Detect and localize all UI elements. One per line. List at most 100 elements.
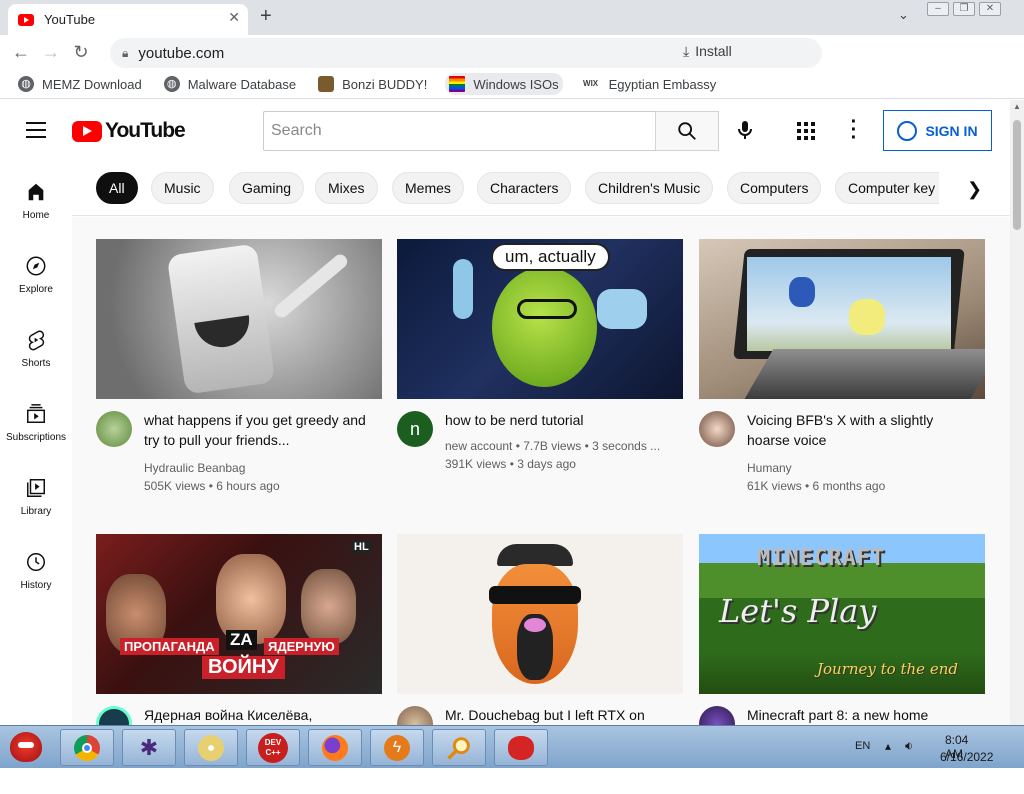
video-title[interactable]: Minecraft part 8: a new home xyxy=(747,705,977,725)
history-icon xyxy=(24,550,48,574)
video-title[interactable]: what happens if you get greedy and try t… xyxy=(144,410,374,450)
search-button[interactable] xyxy=(655,111,719,151)
scrollbar-thumb[interactable] xyxy=(1013,120,1021,230)
minimize-button[interactable]: – xyxy=(927,2,949,16)
logo-text: YouTube xyxy=(105,119,186,142)
chip-gaming[interactable]: Gaming xyxy=(229,172,305,204)
video-thumbnail[interactable] xyxy=(699,239,985,399)
channel-name[interactable]: Hydraulic Beanbag xyxy=(144,461,245,475)
video-card[interactable]: um, actually n how to be nerd tutorial n… xyxy=(397,239,683,499)
sidebar-item-shorts[interactable]: Shorts xyxy=(0,328,72,369)
start-button[interactable] xyxy=(4,726,48,769)
hamburger-menu-icon[interactable] xyxy=(26,122,46,138)
globe-icon: ◍ xyxy=(18,76,34,92)
scroll-up-icon[interactable]: ▲ xyxy=(1013,102,1021,111)
magnifier-icon xyxy=(447,736,470,760)
back-icon[interactable]: ← xyxy=(6,42,36,63)
taskbar-search[interactable] xyxy=(432,729,486,766)
lock-icon[interactable]: 🔒︎ xyxy=(122,46,128,61)
sign-in-label: SIGN IN xyxy=(925,122,978,139)
page-scrollbar[interactable]: ▲ xyxy=(1010,100,1024,725)
chip-characters[interactable]: Characters xyxy=(477,172,572,204)
taskbar-dvd[interactable] xyxy=(184,729,238,766)
video-title[interactable]: Ядерная война Киселёва, xyxy=(144,705,374,725)
taskbar-angry-birds[interactable] xyxy=(494,729,548,766)
youtube-favicon-icon xyxy=(18,13,34,26)
chip-childrens-music[interactable]: Children's Music xyxy=(585,172,714,204)
youtube-logo[interactable]: YouTube xyxy=(72,119,186,143)
chevron-right-icon[interactable]: ❯ xyxy=(967,179,982,200)
chip-all[interactable]: All xyxy=(96,172,138,204)
chip-music[interactable]: Music xyxy=(151,172,214,204)
bookmark-label: Egyptian Embassy xyxy=(608,76,717,92)
bookmark-windows-isos[interactable]: Windows ISOs xyxy=(445,73,563,95)
bookmarks-bar: ◍ MEMZ Download ◍ Malware Database Bonzi… xyxy=(0,70,1024,99)
youtube-apps-icon[interactable] xyxy=(797,122,815,140)
taskbar-winamp[interactable]: ϟ xyxy=(370,729,424,766)
chrome-icon xyxy=(74,734,100,761)
taskbar-firefox[interactable] xyxy=(308,729,362,766)
maximize-button[interactable]: ❐ xyxy=(953,2,975,16)
video-thumbnail[interactable]: HL ПРОПАГАНДА ZA ЯДЕРНУЮ ВОЙНУ xyxy=(96,534,382,694)
bookmark-memz[interactable]: ◍ MEMZ Download xyxy=(14,73,146,95)
sidebar-item-library[interactable]: Library xyxy=(0,476,72,517)
bookmark-egyptian-embassy[interactable]: WIX Egyptian Embassy xyxy=(577,73,721,95)
rainbow-flag-icon xyxy=(449,76,466,92)
close-window-button[interactable]: ✕ xyxy=(979,2,1001,16)
sidebar-label: History xyxy=(20,580,52,591)
video-thumbnail[interactable] xyxy=(96,239,382,399)
chip-memes[interactable]: Memes xyxy=(392,172,464,204)
close-tab-icon[interactable]: ✕ xyxy=(228,9,240,26)
video-stats: 61K views • 6 months ago xyxy=(747,479,886,493)
channel-avatar[interactable] xyxy=(96,411,132,447)
install-icon: ⤓ xyxy=(683,43,690,59)
browser-tab[interactable]: YouTube ✕ xyxy=(8,4,248,35)
dev-cpp-icon: DEV C++ xyxy=(258,732,288,763)
settings-more-icon[interactable]: · · · xyxy=(850,112,858,148)
sidebar-item-history[interactable]: History xyxy=(0,550,72,591)
video-thumbnail[interactable]: um, actually xyxy=(397,239,683,399)
video-thumbnail[interactable]: MINECRAFT Let's Play Journey to the end xyxy=(699,534,985,694)
channel-name[interactable]: Humany xyxy=(747,461,792,475)
volume-icon[interactable]: 🔉︎ xyxy=(905,738,913,754)
sign-in-button[interactable]: SIGN IN xyxy=(883,110,992,151)
channel-name[interactable]: new account • 7.7B views • 3 seconds ... xyxy=(445,439,665,453)
video-title[interactable]: Voicing BFB's X with a slightly hoarse v… xyxy=(747,410,977,450)
chip-computers[interactable]: Computers xyxy=(727,172,822,204)
sidebar-item-subscriptions[interactable]: Subscriptions xyxy=(0,402,72,443)
taskbar-spider[interactable]: ✱ xyxy=(122,729,176,766)
sidebar-item-home[interactable]: Home xyxy=(0,180,72,221)
video-title[interactable]: Mr. Douchebag but I left RTX on xyxy=(445,705,675,725)
video-stats: 391K views • 3 days ago xyxy=(445,457,576,471)
channel-avatar[interactable] xyxy=(699,411,735,447)
network-icon[interactable]: ▴ xyxy=(885,739,891,753)
search-input[interactable]: Search xyxy=(263,111,656,151)
sidebar-item-explore[interactable]: Explore xyxy=(0,254,72,295)
chip-computer-keyboards[interactable]: Computer key xyxy=(835,172,939,204)
taskbar-dev-cpp[interactable]: DEV C++ xyxy=(246,729,300,766)
install-app-button[interactable]: ⤓ Install xyxy=(683,43,732,60)
video-thumbnail[interactable] xyxy=(397,534,683,694)
forward-icon[interactable]: → xyxy=(36,42,66,63)
clock-date[interactable]: 6/16/2022 xyxy=(940,750,993,764)
video-card[interactable]: what happens if you get greedy and try t… xyxy=(96,239,382,499)
chip-mixes[interactable]: Mixes xyxy=(315,172,378,204)
youtube-play-logo-icon xyxy=(72,120,102,142)
taskbar-chrome[interactable] xyxy=(60,729,114,766)
browser-toolbar: ← → ↻ 🔒︎ youtube.com ⤓Install ⇪ ☆ 7 ✚ ⋮ xyxy=(0,35,1024,96)
microphone-icon[interactable] xyxy=(733,118,757,142)
youtube-header: YouTube Search · · · SIGN IN xyxy=(0,100,1010,160)
bookmark-bonzi-buddy[interactable]: Bonzi BUDDY! xyxy=(314,73,431,95)
channel-avatar[interactable]: n xyxy=(397,411,433,447)
tab-search-icon[interactable]: ⌄ xyxy=(898,7,909,23)
channel-watermark: HL xyxy=(351,540,372,554)
thumbnail-text-za: ZA xyxy=(226,630,257,650)
dvd-icon xyxy=(198,734,224,761)
language-indicator[interactable]: EN xyxy=(855,740,870,752)
reload-icon[interactable]: ↻ xyxy=(66,42,96,63)
video-title[interactable]: how to be nerd tutorial xyxy=(445,410,675,430)
bookmark-malware-database[interactable]: ◍ Malware Database xyxy=(160,73,300,95)
wix-icon: WIX xyxy=(583,79,599,88)
new-tab-button[interactable]: + xyxy=(260,5,272,28)
video-card[interactable]: Voicing BFB's X with a slightly hoarse v… xyxy=(699,239,985,499)
